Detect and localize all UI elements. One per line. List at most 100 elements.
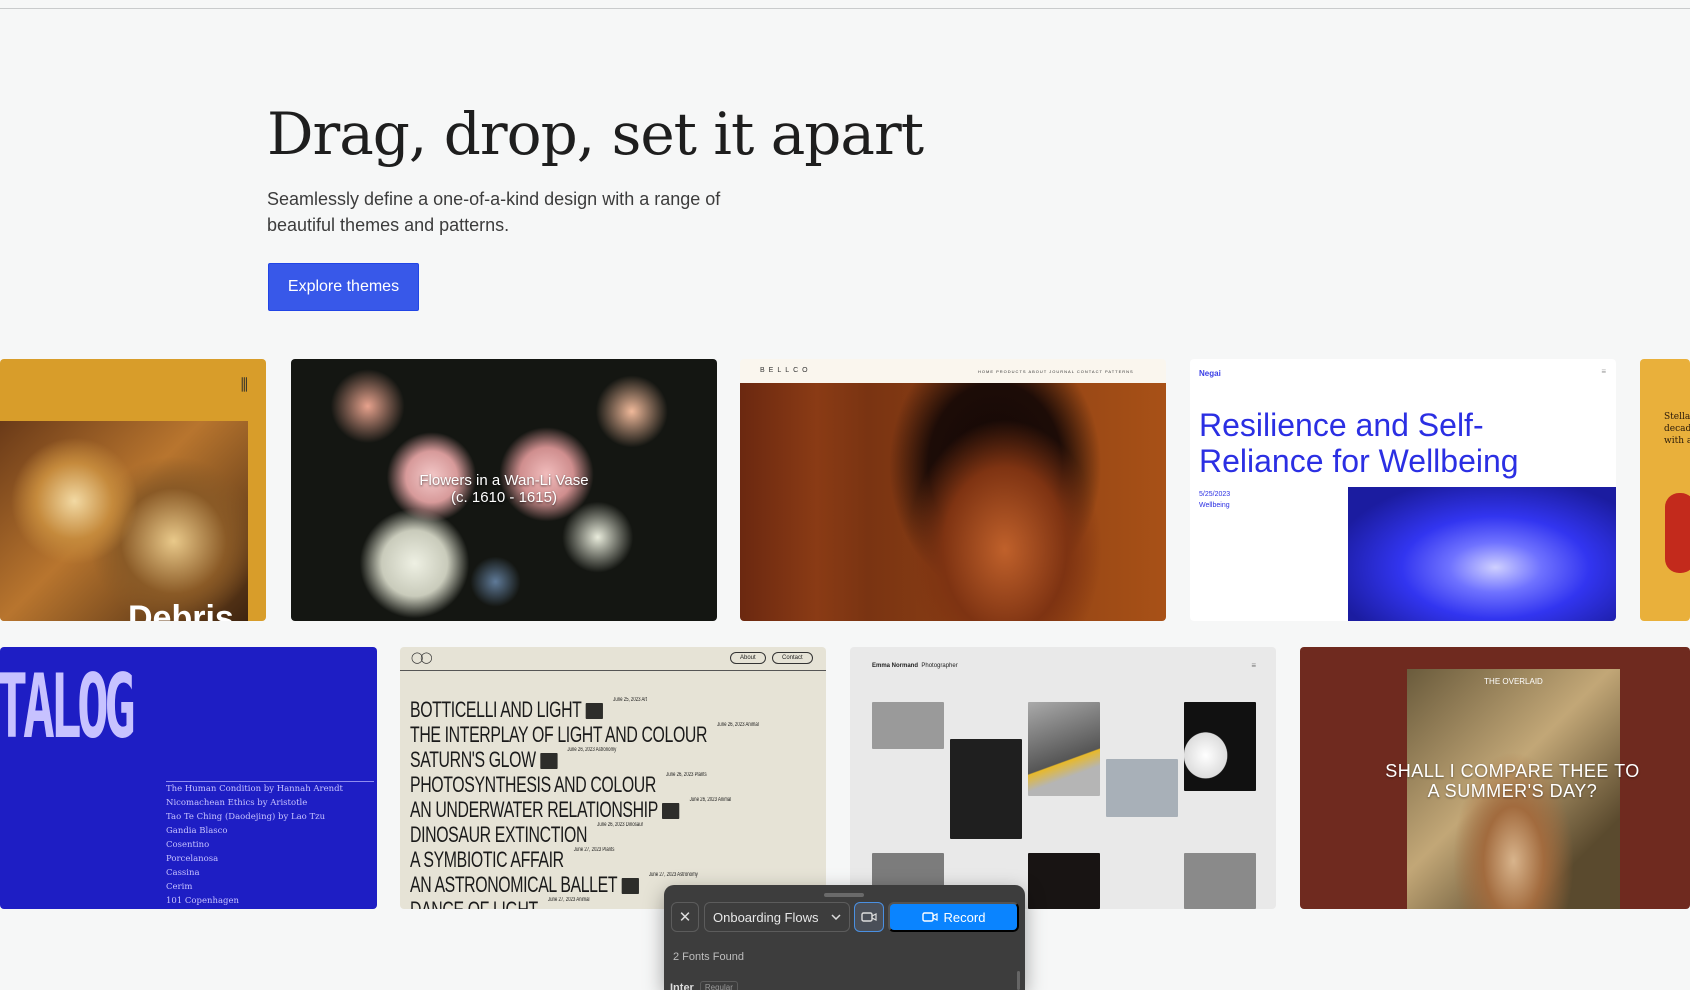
- drag-handle[interactable]: [824, 893, 864, 897]
- theme-card-negai[interactable]: Negai ≡ Resilience and Self-Reliance for…: [1190, 359, 1616, 621]
- contact-pill: Contact: [772, 652, 813, 664]
- chevron-down-icon: [831, 914, 841, 920]
- article-list: BOTTICELLI AND LIGHT June 25, 2023 Art TH…: [410, 697, 826, 909]
- menu-icon: ≡: [1601, 367, 1606, 376]
- article-title: THE INTERPLAY OF LIGHT AND COLOUR: [410, 722, 708, 747]
- theme-brand: THE OVERLAID: [1484, 677, 1543, 686]
- list-item: Porcelanosa: [166, 852, 374, 866]
- article-title: DANCE OF LIGHT: [410, 897, 538, 909]
- columns-icon: ⫼: [240, 377, 248, 394]
- article-title: BOTTICELLI AND LIGHT: [410, 697, 582, 722]
- post-date: 5/25/2023: [1199, 491, 1231, 498]
- video-camera-icon: [861, 912, 877, 922]
- list-item: AN UNDERWATER RELATIONSHIP June 26, 2023 …: [410, 797, 731, 822]
- gallery-photo: [1028, 702, 1100, 796]
- article-meta: June 27, 2023 Animal: [547, 897, 590, 903]
- theme-card-flowers[interactable]: Flowers in a Wan-Li Vase (c. 1610 - 1615…: [291, 359, 717, 621]
- theme-card-catalog[interactable]: TALOG The Human Condition by Hannah Aren…: [0, 647, 377, 909]
- font-row[interactable]: Inter Regular: [670, 981, 738, 990]
- text-line: with a: [1664, 436, 1690, 446]
- gallery-photo: [1184, 853, 1256, 909]
- scrollbar[interactable]: [1017, 971, 1020, 990]
- list-item: Gandia Blasco: [166, 824, 374, 838]
- article-title: AN ASTRONOMICAL BALLET: [410, 872, 618, 897]
- article-meta: June 26, 2023 Animal: [689, 797, 732, 803]
- list-item: SATURN'S GLOW June 26, 2023 Astronomy: [410, 747, 710, 772]
- article-title: SATURN'S GLOW: [410, 747, 536, 772]
- theme-brand: BELLCO: [760, 367, 812, 374]
- article-title: DINOSAUR EXTINCTION: [410, 822, 588, 847]
- list-item: Tao Te Ching (Daodejing) by Lao Tzu: [166, 810, 374, 824]
- gallery-photo: [1106, 759, 1178, 817]
- flow-select-value: Onboarding Flows: [713, 909, 819, 925]
- theme-card-title: TALOG: [0, 655, 136, 758]
- article-thumbnail: [662, 803, 680, 820]
- flow-select[interactable]: Onboarding Flows: [704, 902, 850, 932]
- list-item: Cerim: [166, 880, 374, 894]
- list-item-label: Cosentino: [166, 840, 210, 850]
- photographer-role: Photographer: [921, 663, 958, 669]
- post-category: Wellbeing: [1199, 502, 1230, 509]
- theme-brand: Negai: [1199, 369, 1221, 378]
- list-item: The Human Condition by Hannah Arendt: [166, 782, 374, 796]
- article-meta: June 25, 2023 Art: [613, 697, 648, 703]
- about-pill: About: [730, 652, 766, 664]
- fonts-found-label: 2 Fonts Found: [673, 951, 744, 963]
- list-item-label: Tao Te Ching (Daodejing) by Lao Tzu: [166, 812, 326, 822]
- header-divider: [400, 670, 826, 671]
- photographer-name: Emma Normand: [872, 663, 919, 669]
- list-item: THE INTERPLAY OF LIGHT AND COLOUR June 26…: [410, 722, 759, 747]
- list-item: A SYMBIOTIC AFFAIR June 27, 2023 Plants: [410, 847, 710, 872]
- list-item-label: The Human Condition by Hannah Arendt: [166, 784, 343, 794]
- list-item-label: Cassina: [166, 868, 200, 878]
- article-title: PHOTOSYNTHESIS AND COLOUR: [410, 772, 656, 797]
- list-item: Cosentino: [166, 838, 374, 852]
- theme-card-photographer[interactable]: Emma Normand Photographer ≡: [850, 647, 1276, 909]
- photographer-header: Emma Normand Photographer: [872, 663, 958, 669]
- top-divider: [0, 0, 1690, 9]
- font-name: Inter: [670, 981, 694, 990]
- recording-toolbar: ✕ Onboarding Flows Record 2 Fonts Found …: [664, 885, 1025, 990]
- list-item: DINOSAUR EXTINCTION June 26, 2023 Dinosau…: [410, 822, 710, 847]
- theme-card-partial[interactable]: Stella decad with a: [1640, 359, 1690, 621]
- article-meta: June 27, 2023 Plants: [573, 847, 615, 853]
- gallery-photo: [950, 739, 1022, 839]
- hero-title: Drag, drop, set it apart: [267, 100, 924, 168]
- title-line: Flowers in a Wan-Li Vase: [419, 472, 589, 489]
- list-item: Cassina: [166, 866, 374, 880]
- gallery-photo: [872, 702, 944, 749]
- record-button-label: Record: [943, 909, 986, 925]
- theme-card-debris[interactable]: ⫼ Debris: [0, 359, 266, 621]
- explore-themes-button[interactable]: Explore themes: [268, 263, 419, 311]
- theme-card-journal[interactable]: ◯◯ About Contact BOTTICELLI AND LIGHT Jun…: [400, 647, 826, 909]
- text-line: decad: [1664, 424, 1690, 434]
- article-meta: June 27, 2023 Astronomy: [648, 872, 698, 878]
- article-thumbnail: [539, 753, 558, 770]
- theme-nav: HOME PRODUCTS ABOUT JOURNAL CONTACT PATT…: [978, 369, 1134, 374]
- list-item-label: Porcelanosa: [166, 854, 219, 864]
- list-item: Nicomachean Ethics by Aristotle: [166, 796, 374, 810]
- article-thumbnail: [621, 878, 639, 895]
- video-camera-icon: [921, 912, 938, 922]
- theme-card-title: Flowers in a Wan-Li Vase (c. 1610 - 1615…: [291, 472, 717, 506]
- close-button[interactable]: ✕: [671, 902, 699, 932]
- article-thumbnail: [585, 703, 604, 720]
- theme-preview-shape: [1665, 493, 1690, 573]
- list-item: 101 Copenhagen: [166, 894, 374, 908]
- theme-card-bellco[interactable]: BELLCO HOME PRODUCTS ABOUT JOURNAL CONTA…: [740, 359, 1166, 621]
- theme-card-title: Debris: [128, 599, 234, 621]
- title-line: (c. 1610 - 1615): [451, 489, 557, 506]
- close-icon: ✕: [678, 909, 692, 926]
- theme-preview-image: [0, 421, 248, 621]
- camera-toggle-button[interactable]: [854, 902, 884, 932]
- font-style-chip: Regular: [699, 981, 738, 990]
- record-button[interactable]: Record: [888, 902, 1019, 932]
- article-title: AN UNDERWATER RELATIONSHIP: [410, 797, 658, 822]
- article-meta: June 26, 2023 Animal: [717, 722, 759, 728]
- theme-preview-image: [1348, 487, 1616, 621]
- article-meta: June 26, 2023 Plants: [666, 772, 707, 778]
- theme-card-overlaid[interactable]: THE OVERLAID SHALL I COMPARE THEE TO A S…: [1300, 647, 1690, 909]
- gallery-photo: [1028, 853, 1100, 909]
- list-item-label: Gandia Blasco: [166, 826, 228, 836]
- logo-icon: ◯◯: [411, 652, 433, 664]
